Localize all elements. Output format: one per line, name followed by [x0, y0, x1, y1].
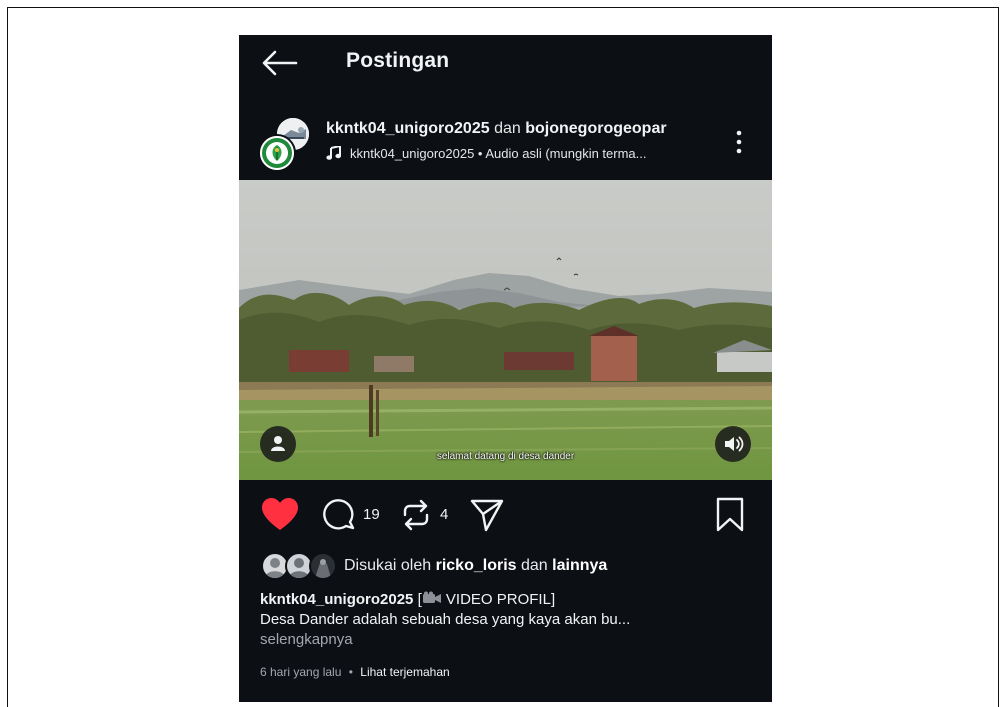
music-note-icon — [326, 144, 342, 160]
caption-title-line: kkntk04_unigoro2025 [ VIDEO PROFIL] — [260, 590, 760, 610]
comment-icon — [323, 499, 355, 530]
heart-filled-icon — [262, 498, 298, 530]
liker-avatar — [309, 552, 337, 580]
top-bar: Postingan — [239, 35, 772, 91]
audio-info[interactable]: kkntk04_unigoro2025 • Audio asli (mungki… — [326, 144, 647, 161]
see-more-link[interactable]: selengkapnya — [260, 630, 760, 650]
caption-author[interactable]: kkntk04_unigoro2025 — [260, 591, 413, 608]
likes-summary[interactable]: Disukai oleh ricko_loris dan lainnya — [261, 552, 761, 580]
page-title: Postingan — [346, 49, 450, 72]
post-meta: 6 hari yang lalu • Lihat terjemahan — [260, 665, 450, 679]
likes-prefix: Disukai oleh — [344, 557, 432, 574]
liker-avatars — [261, 552, 337, 580]
share-button[interactable] — [469, 497, 505, 538]
more-options-button[interactable] — [729, 127, 749, 157]
post-video[interactable]: selamat datang di desa dander — [239, 180, 772, 480]
comment-count: 19 — [363, 506, 380, 523]
video-camera-icon — [422, 591, 442, 605]
video-subtitle: selamat datang di desa dander — [436, 451, 575, 462]
authors-joiner: dan — [494, 120, 521, 137]
post-time: 6 hari yang lalu — [260, 665, 342, 679]
likes-others[interactable]: lainnya — [552, 557, 607, 574]
repost-count: 4 — [440, 506, 449, 523]
meta-dot: • — [348, 665, 353, 679]
post-caption: kkntk04_unigoro2025 [ VIDEO PROFIL] Desa… — [260, 590, 760, 650]
repost-button[interactable] — [399, 497, 433, 538]
audio-label: kkntk04_unigoro2025 • Audio asli (mungki… — [350, 146, 647, 161]
bookmark-icon — [716, 497, 744, 532]
arrow-left-icon — [262, 50, 298, 76]
collab-username[interactable]: bojonegorogeopar — [525, 120, 666, 137]
post-screen: Postingan kkntk04_unigoro2025 dan bojone… — [239, 35, 772, 702]
translate-link[interactable]: Lihat terjemahan — [360, 665, 449, 679]
post-header: kkntk04_unigoro2025 dan bojonegorogeopar… — [239, 110, 772, 178]
like-button[interactable] — [261, 497, 299, 538]
save-button[interactable] — [715, 497, 745, 538]
author-avatar-primary — [258, 134, 296, 172]
video-frame-image — [239, 180, 772, 480]
caption-title-rest: VIDEO PROFIL] — [441, 591, 556, 608]
caption-body: Desa Dander adalah sebuah desa yang kaya… — [260, 611, 631, 628]
back-button[interactable] — [261, 49, 299, 77]
more-vertical-icon — [736, 130, 742, 154]
likes-text: Disukai oleh ricko_loris dan lainnya — [344, 557, 607, 575]
author-avatars[interactable] — [258, 114, 316, 172]
post-authors[interactable]: kkntk04_unigoro2025 dan bojonegorogeopar — [326, 120, 667, 138]
action-bar: 19 4 — [239, 493, 772, 537]
send-icon — [470, 499, 504, 532]
liker-username[interactable]: ricko_loris — [436, 557, 517, 574]
repost-icon — [403, 499, 429, 531]
comment-button[interactable] — [321, 497, 357, 538]
likes-joiner: dan — [521, 557, 548, 574]
author-username[interactable]: kkntk04_unigoro2025 — [326, 120, 490, 137]
